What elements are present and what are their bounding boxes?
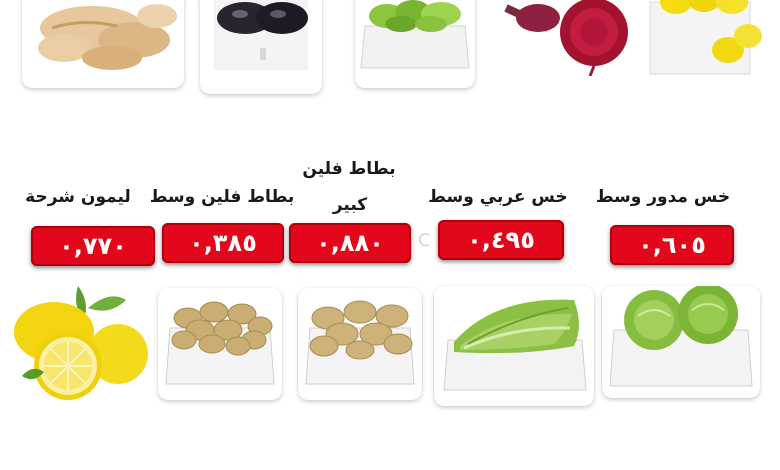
vegetable-box-icon — [360, 0, 470, 69]
medium-potatoes-tile — [158, 288, 282, 400]
ginger-icon — [38, 4, 177, 70]
lemon-icon — [14, 286, 148, 400]
product-name-large-potatoes-line2: كبير — [332, 195, 368, 215]
vegetable-box-tile — [355, 0, 475, 88]
romaine-lettuce-tile — [434, 286, 594, 406]
iceberg-lettuce-tile — [602, 286, 760, 398]
price-badge-romaine-lettuce: ٠,٤٩٥ — [438, 220, 564, 260]
potato-box-icon — [165, 301, 275, 385]
lemon-box-tile — [642, 0, 766, 84]
product-name-lemon: ليمون شرحة — [25, 187, 131, 207]
price-badge-iceberg-lettuce: ٠,٦٠٥ — [610, 225, 734, 265]
product-name-romaine-lettuce: خس عربي وسط — [428, 187, 568, 207]
product-name-large-potatoes-line1: بطاط فلين — [302, 159, 396, 179]
lemon-box-icon — [649, 0, 762, 75]
eggplant-icon — [214, 0, 308, 70]
price-badge-large-potatoes: ٠,٨٨٠ — [289, 223, 411, 263]
potato-box-icon — [305, 300, 415, 385]
beetroot-tile — [498, 0, 632, 76]
stray-character: C — [418, 230, 431, 251]
iceberg-lettuce-icon — [609, 286, 753, 387]
ginger-tile — [22, 0, 184, 88]
large-potatoes-tile — [298, 288, 422, 400]
price-badge-medium-potatoes: ٠,٣٨٥ — [162, 223, 284, 263]
eggplant-tile — [200, 0, 322, 94]
romaine-lettuce-icon — [443, 299, 587, 391]
product-name-medium-potatoes: بطاط فلين وسط — [149, 187, 295, 207]
product-name-iceberg-lettuce: خس مدور وسط — [595, 187, 731, 207]
beetroot-icon — [504, 0, 628, 76]
price-badge-lemon: ٠,٧٧٠ — [31, 226, 155, 266]
